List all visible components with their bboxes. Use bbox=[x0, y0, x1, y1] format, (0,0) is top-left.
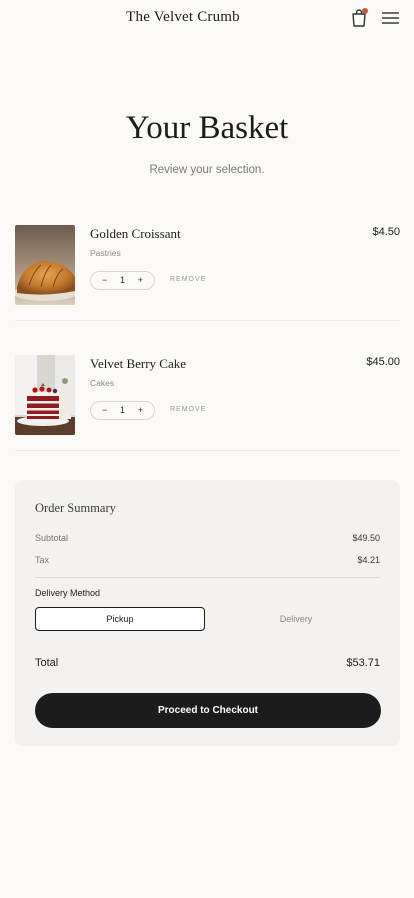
basket-item: Golden Croissant $4.50 Pastries − 1 + RE… bbox=[15, 225, 400, 305]
quantity-value: 1 bbox=[119, 405, 125, 415]
total-label: Total bbox=[35, 657, 59, 669]
remove-item-button[interactable]: REMOVE bbox=[170, 406, 206, 413]
item-name[interactable]: Golden Croissant bbox=[90, 226, 181, 242]
proceed-to-checkout-button[interactable]: Proceed to Checkout bbox=[35, 693, 381, 728]
quantity-value: 1 bbox=[119, 275, 125, 285]
delivery-method-label: Delivery Method bbox=[35, 588, 101, 598]
item-category: Pastries bbox=[90, 248, 121, 258]
quantity-stepper: − 1 + bbox=[90, 271, 155, 290]
croissant-image bbox=[15, 225, 75, 305]
page-title: Your Basket bbox=[125, 110, 289, 146]
quantity-stepper: − 1 + bbox=[90, 401, 155, 420]
summary-title: Order Summary bbox=[35, 501, 116, 515]
brand-logo[interactable]: The Velvet Crumb bbox=[0, 9, 366, 26]
tax-value: $4.21 bbox=[357, 555, 380, 565]
item-category: Cakes bbox=[90, 378, 115, 388]
item-name[interactable]: Velvet Berry Cake bbox=[90, 356, 186, 372]
increase-quantity-button[interactable]: + bbox=[138, 405, 143, 415]
total-value: $53.71 bbox=[346, 657, 380, 669]
increase-quantity-button[interactable]: + bbox=[138, 275, 143, 285]
pickup-option-button[interactable]: Pickup bbox=[35, 607, 205, 631]
item-price: $45.00 bbox=[366, 356, 400, 368]
menu-button[interactable] bbox=[382, 10, 400, 26]
delivery-option-button[interactable]: Delivery bbox=[211, 607, 381, 631]
page-subtitle: Review your selection. bbox=[149, 164, 265, 176]
summary-divider bbox=[35, 577, 380, 578]
item-price: $4.50 bbox=[372, 226, 400, 238]
item-divider bbox=[15, 450, 400, 451]
top-header: The Velvet Crumb bbox=[0, 0, 414, 38]
item-divider bbox=[15, 320, 400, 321]
tax-label: Tax bbox=[35, 555, 50, 565]
velvet-cake-image bbox=[15, 355, 75, 435]
cart-notification-dot bbox=[362, 8, 368, 14]
subtotal-value: $49.50 bbox=[352, 533, 380, 543]
order-summary-card: Order Summary Subtotal $49.50 Tax $4.21 … bbox=[15, 480, 400, 746]
basket-item: Velvet Berry Cake $45.00 Cakes − 1 + REM… bbox=[15, 355, 400, 435]
remove-item-button[interactable]: REMOVE bbox=[170, 276, 206, 283]
subtotal-label: Subtotal bbox=[35, 533, 69, 543]
